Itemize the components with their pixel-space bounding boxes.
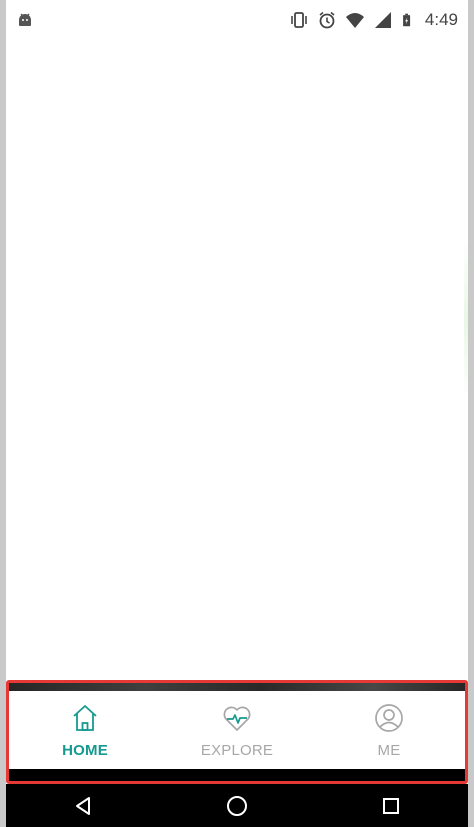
tab-explore[interactable]: EXPLORE: [161, 691, 313, 769]
alarm-icon: [319, 11, 335, 29]
vibrate-icon: [291, 12, 307, 28]
bottom-tab-bar-highlight: HOME EXPLORE ME: [6, 680, 468, 784]
back-button[interactable]: [63, 786, 103, 826]
home-icon: [73, 704, 97, 731]
status-time: 4:49: [424, 10, 458, 29]
home-circle-icon: [227, 795, 247, 816]
content-edge-shade: [464, 240, 468, 400]
heart-pulse-icon: [223, 706, 251, 731]
bottom-tab-bar: HOME EXPLORE ME: [9, 691, 465, 781]
tab-me-label: ME: [377, 741, 401, 759]
wifi-icon: [345, 13, 364, 28]
tab-home-label: HOME: [62, 741, 108, 759]
tab-me[interactable]: ME: [313, 691, 465, 769]
signal-icon: [374, 12, 391, 28]
tab-bar-top-strip: [9, 683, 465, 691]
back-icon: [76, 796, 90, 815]
recents-button[interactable]: [371, 786, 411, 826]
person-icon: [375, 703, 403, 732]
battery-charging-icon: [403, 13, 411, 27]
system-navigation-bar: [6, 784, 468, 827]
phone-screen: 4:49 HOME EXPLORE ME: [6, 0, 468, 827]
android-debug-icon: [19, 13, 31, 26]
status-bar: 4:49: [6, 0, 468, 40]
home-nav-button[interactable]: [217, 786, 257, 826]
main-content-blank: [6, 40, 468, 680]
recents-icon: [383, 797, 399, 814]
status-icons: 4:49: [289, 8, 458, 32]
tab-home[interactable]: HOME: [9, 691, 161, 769]
tab-explore-label: EXPLORE: [200, 741, 274, 759]
